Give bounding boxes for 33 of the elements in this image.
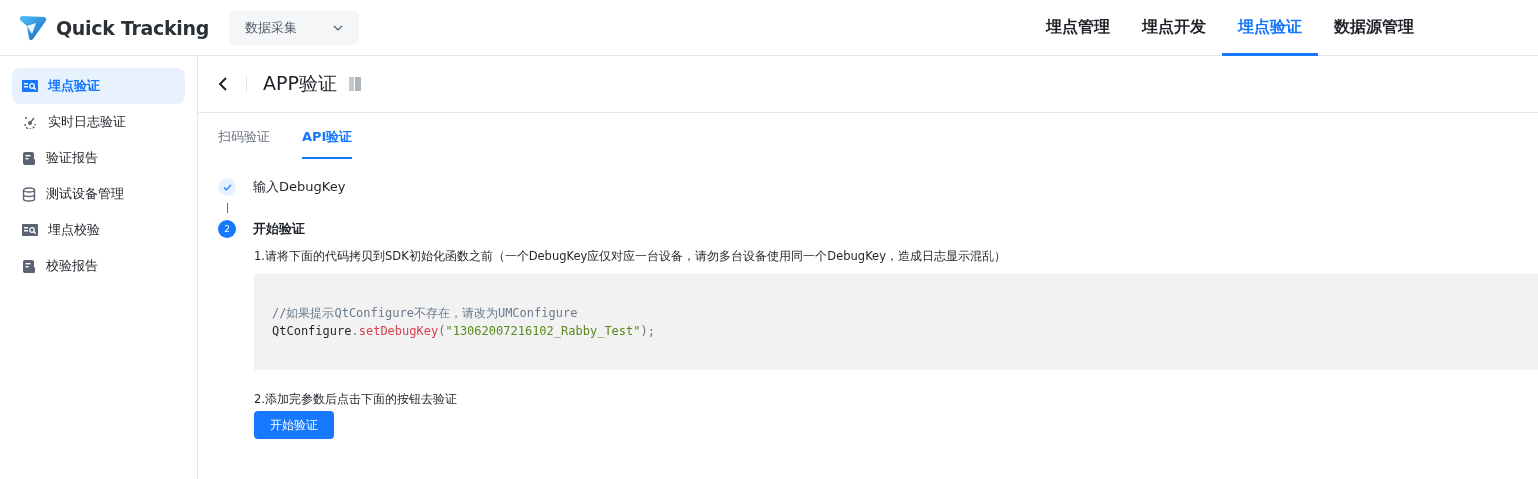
step-label: 开始验证 <box>253 220 305 238</box>
back-icon[interactable] <box>218 76 228 92</box>
project-select[interactable]: 数据采集 <box>229 10 360 45</box>
app-logo-text: Quick Tracking <box>56 16 210 39</box>
report-icon <box>22 258 36 274</box>
nav-tab[interactable]: 数据源管理 <box>1318 0 1430 56</box>
step-indicator: 2 <box>218 220 236 238</box>
search-card-icon <box>22 224 38 236</box>
start-verify-button[interactable]: 开始验证 <box>254 411 334 439</box>
nav-tab[interactable]: 埋点开发 <box>1126 0 1222 56</box>
report-icon <box>22 150 36 166</box>
page-title: APP验证 <box>263 71 337 96</box>
sidebar-item[interactable]: 埋点校验 <box>12 212 185 248</box>
sidebar-item[interactable]: 验证报告 <box>12 140 185 176</box>
database-icon <box>22 186 36 202</box>
tab[interactable]: 扫码验证 <box>218 113 270 159</box>
check-icon <box>222 183 232 191</box>
code-comment: //如果提示QtConfigure不存在，请改为UMConfigure <box>272 305 579 322</box>
tab[interactable]: API验证 <box>302 113 353 159</box>
sidebar-item[interactable]: 埋点验证 <box>12 68 185 104</box>
instruction-text: 2.添加完参数后点击下面的按钮去验证 <box>254 392 458 407</box>
instruction-text: 1.请将下面的代码拷贝到SDK初始化函数之前（一个DebugKey应仅对应一台设备，请勿多台设备使用同一个DebugKey，造成日志显示混乱） <box>254 249 1007 264</box>
nav-tab[interactable]: 埋点管理 <box>1030 0 1126 56</box>
nav-tab[interactable]: 埋点验证 <box>1222 0 1318 56</box>
sidebar-item[interactable]: 实时日志验证 <box>12 104 185 140</box>
gauge-icon <box>22 115 38 129</box>
code-line: QtConfigure.setDebugKey("13062007216102_Rabby_Test"); <box>272 323 656 340</box>
search-card-icon <box>22 80 38 92</box>
chevron-down-icon <box>333 24 344 31</box>
sidebar-item[interactable]: 测试设备管理 <box>12 176 185 212</box>
sidebar-item[interactable]: 校验报告 <box>12 248 185 284</box>
step-label: 输入DebugKey <box>253 178 346 196</box>
logo-icon <box>18 13 48 42</box>
